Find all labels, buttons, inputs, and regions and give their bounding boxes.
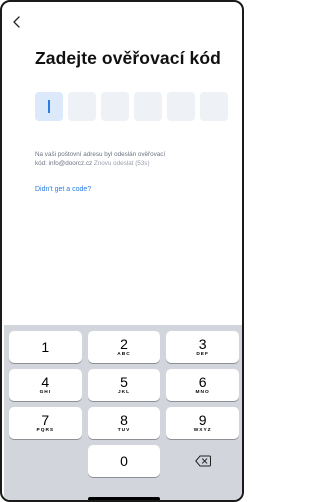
home-indicator [88, 497, 160, 500]
key-digit: 7 [41, 412, 50, 428]
numeric-keypad: 1 2 ABC 3 DEF 4 GHI 5 JKL 6 MNO 7 PQRS 8… [4, 325, 242, 500]
key-6[interactable]: 6 MNO [166, 369, 239, 401]
key-letters: JKL [117, 390, 131, 395]
chevron-left-icon [13, 16, 20, 28]
verification-code-input[interactable] [35, 92, 228, 121]
key-letters: DEF [196, 352, 209, 357]
key-letters: TUV [117, 428, 131, 433]
info-text: Na vaši poštovní adresu byl odeslán ověř… [35, 151, 225, 168]
text-caret [48, 100, 50, 113]
code-digit-box-4[interactable] [134, 92, 162, 121]
back-button[interactable] [12, 16, 26, 32]
key-letters: GHI [39, 390, 52, 395]
key-7[interactable]: 7 PQRS [9, 407, 82, 439]
key-digit: 0 [120, 453, 128, 469]
info-line-1: Na vaši poštovní adresu byl odeslán ověř… [35, 151, 166, 158]
key-digit: 2 [120, 336, 128, 352]
key-letters: PQRS [36, 428, 55, 433]
key-blank [9, 445, 82, 477]
resend-countdown[interactable]: Znovu odeslat (53s) [94, 160, 150, 167]
key-1[interactable]: 1 [9, 331, 82, 363]
key-5[interactable]: 5 JKL [87, 369, 161, 401]
key-2[interactable]: 2 ABC [87, 331, 161, 363]
key-digit: 4 [41, 374, 50, 390]
key-digit: 3 [198, 336, 207, 352]
key-9[interactable]: 9 WXYZ [166, 407, 239, 439]
didnt-get-code-link[interactable]: Didn't get a code? [35, 186, 91, 193]
page-title: Zadejte ověřovací kód [35, 48, 221, 68]
key-letters: ABC [117, 352, 131, 357]
key-letters: WXYZ [193, 428, 212, 433]
code-digit-box-3[interactable] [101, 92, 129, 121]
key-3[interactable]: 3 DEF [166, 331, 239, 363]
delete-key[interactable] [166, 445, 239, 477]
key-digit: 9 [198, 412, 207, 428]
info-line-2: kód: info@doorcz.cz Znovu odeslat (53s) [35, 160, 225, 169]
key-letters: MNO [195, 390, 210, 395]
backspace-icon [194, 455, 211, 467]
key-digit: 5 [120, 374, 128, 390]
key-4[interactable]: 4 GHI [9, 369, 82, 401]
phone-frame: Zadejte ověřovací kód Na vaši poštovní a… [0, 0, 244, 502]
key-digit: 8 [120, 412, 128, 428]
code-digit-box-1[interactable] [35, 92, 63, 121]
key-8[interactable]: 8 TUV [87, 407, 161, 439]
key-digit: 6 [198, 374, 207, 390]
key-digit: 1 [41, 339, 50, 355]
code-digit-box-6[interactable] [200, 92, 228, 121]
code-digit-box-5[interactable] [167, 92, 195, 121]
key-0[interactable]: 0 [87, 445, 161, 477]
code-digit-box-2[interactable] [68, 92, 96, 121]
info-email-text: kód: info@doorcz.cz [35, 159, 93, 167]
